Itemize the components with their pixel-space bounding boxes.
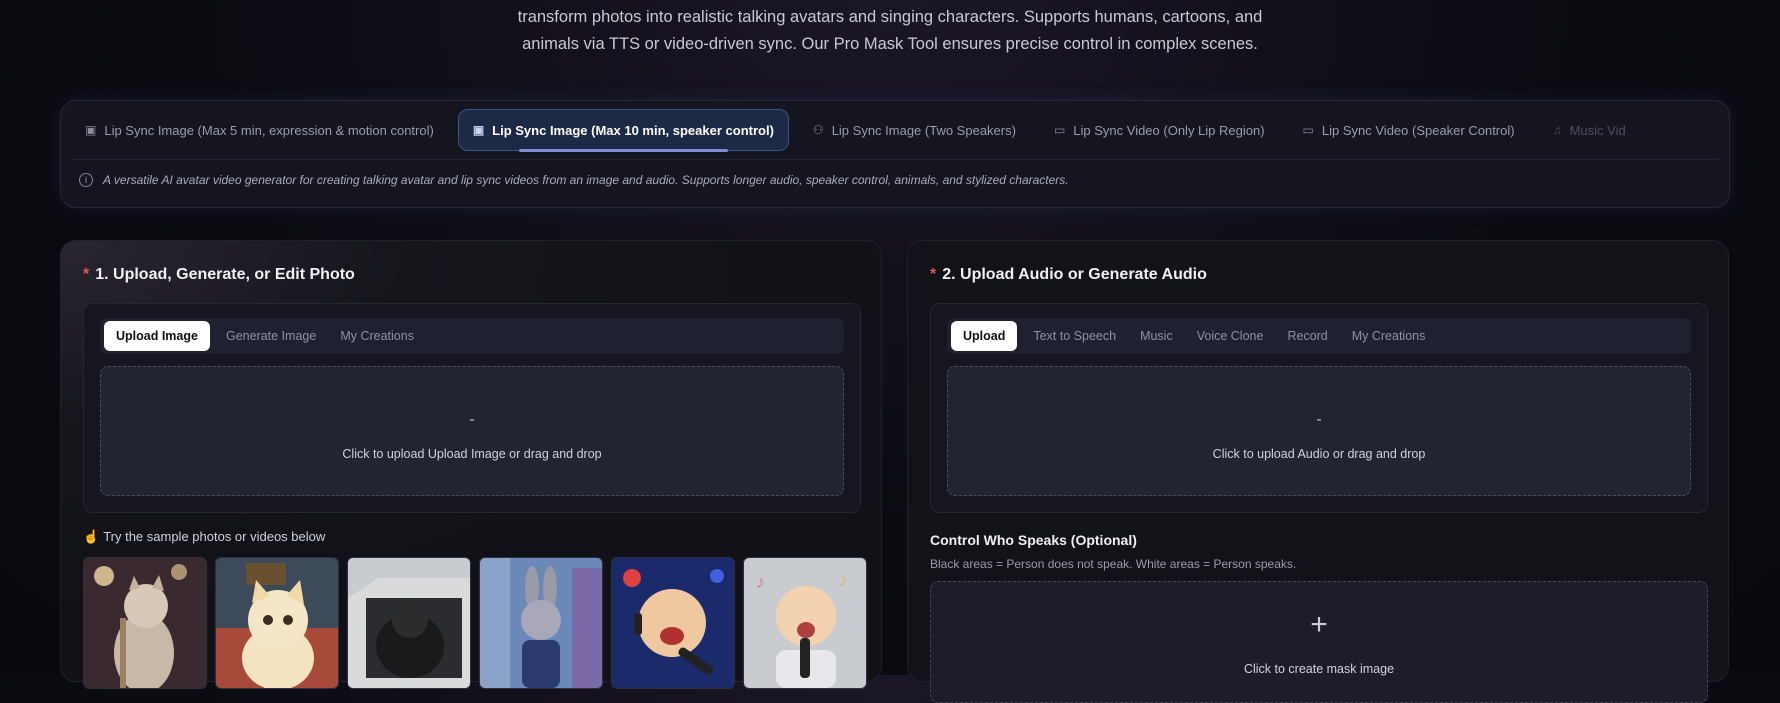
- sample-bunny-cop[interactable]: [479, 557, 603, 689]
- intro-line-1: transform photos into realistic talking …: [517, 8, 1263, 26]
- tab-generate-image[interactable]: Generate Image: [214, 321, 328, 351]
- tab-text-to-speech[interactable]: Text to Speech: [1021, 321, 1128, 351]
- video-icon: ▭: [1053, 123, 1066, 137]
- intro-line-2: animals via TTS or video-driven sync. Ou…: [522, 35, 1258, 53]
- tab-lip-sync-image-10min[interactable]: ▣ Lip Sync Image (Max 10 min, speaker co…: [457, 109, 789, 152]
- mode-tabs-panel: ▣ Lip Sync Image (Max 5 min, expression …: [60, 100, 1730, 208]
- mask-create-text: Click to create mask image: [1243, 662, 1395, 676]
- pointing-hand-icon: ☝: [83, 529, 100, 544]
- video-icon: ▭: [1302, 123, 1314, 137]
- intro-text: transform photos into realistic talking …: [0, 4, 1780, 58]
- control-who-speaks-title: Control Who Speaks (Optional): [930, 532, 1137, 548]
- mode-description: i A versatile AI avatar video generator …: [71, 159, 1719, 200]
- tab-lip-sync-video-speaker-control[interactable]: ▭ Lip Sync Video (Speaker Control): [1289, 110, 1529, 150]
- audio-dropzone-text: Click to upload Audio or drag and drop: [1212, 447, 1426, 461]
- control-who-speaks-hint: Black areas = Person does not speak. Whi…: [930, 557, 1297, 571]
- plus-icon: +: [1310, 608, 1328, 641]
- tabs-fade-overlay: [1659, 107, 1719, 153]
- tab-lip-sync-image-5min[interactable]: ▣ Lip Sync Image (Max 5 min, expression …: [71, 110, 448, 150]
- audio-dropzone[interactable]: - Click to upload Audio or drag and drop: [947, 366, 1691, 496]
- audio-input-panel: Upload Text to Speech Music Voice Clone …: [930, 303, 1708, 513]
- image-icon: ▣: [85, 123, 97, 137]
- sample-baby-singer[interactable]: ♪ ♪: [743, 557, 867, 689]
- audio-card-title: * 2. Upload Audio or Generate Audio: [930, 266, 1207, 283]
- photo-card-title: * 1. Upload, Generate, or Edit Photo: [83, 266, 355, 283]
- audio-source-tabs: Upload Text to Speech Music Voice Clone …: [947, 318, 1691, 354]
- tab-record[interactable]: Record: [1275, 321, 1339, 351]
- upload-icon: -: [469, 411, 475, 428]
- required-mark: *: [930, 266, 937, 283]
- required-mark: *: [83, 266, 90, 283]
- upload-icon: -: [1316, 411, 1322, 428]
- mask-create-area[interactable]: + Click to create mask image: [930, 581, 1708, 703]
- samples-label: ☝ Try the sample photos or videos below: [83, 529, 326, 544]
- tab-my-creations[interactable]: My Creations: [328, 321, 426, 351]
- tab-music[interactable]: Music: [1128, 321, 1185, 351]
- photo-card: * 1. Upload, Generate, or Edit Photo Uplo…: [60, 240, 882, 689]
- music-icon: ♫: [1552, 123, 1562, 137]
- photo-input-panel: Upload Image Generate Image My Creations…: [83, 303, 861, 513]
- sample-cat-singer[interactable]: [83, 557, 207, 689]
- tab-my-creations[interactable]: My Creations: [1340, 321, 1438, 351]
- tab-upload[interactable]: Upload: [951, 321, 1018, 351]
- tab-music-video[interactable]: ♫ Music Vid: [1539, 110, 1640, 150]
- tab-lip-sync-video-lip-region[interactable]: ▭ Lip Sync Video (Only Lip Region): [1040, 110, 1279, 150]
- mode-tabs: ▣ Lip Sync Image (Max 5 min, expression …: [71, 107, 1719, 153]
- svg-text:♪: ♪: [756, 572, 765, 592]
- sample-gorilla-car[interactable]: [347, 557, 471, 689]
- sample-thumbnails: ♪ ♪: [83, 557, 867, 689]
- image-icon: ▣: [472, 123, 485, 137]
- image-dropzone[interactable]: - Click to upload Upload Image or drag a…: [100, 366, 844, 496]
- photo-source-tabs: Upload Image Generate Image My Creations: [100, 318, 844, 354]
- sample-kitten[interactable]: [215, 557, 339, 689]
- users-icon: ⚇: [812, 123, 824, 137]
- tab-lip-sync-image-two-speakers[interactable]: ⚇ Lip Sync Image (Two Speakers): [799, 110, 1030, 150]
- svg-text:♪: ♪: [839, 570, 848, 590]
- image-dropzone-text: Click to upload Upload Image or drag and…: [342, 447, 602, 461]
- tab-upload-image[interactable]: Upload Image: [104, 321, 210, 351]
- tab-voice-clone[interactable]: Voice Clone: [1185, 321, 1276, 351]
- mode-description-text: A versatile AI avatar video generator fo…: [103, 173, 1069, 187]
- info-icon: i: [79, 173, 93, 187]
- audio-card: * 2. Upload Audio or Generate Audio Uploa…: [907, 240, 1729, 703]
- sample-baby-headset[interactable]: [611, 557, 735, 689]
